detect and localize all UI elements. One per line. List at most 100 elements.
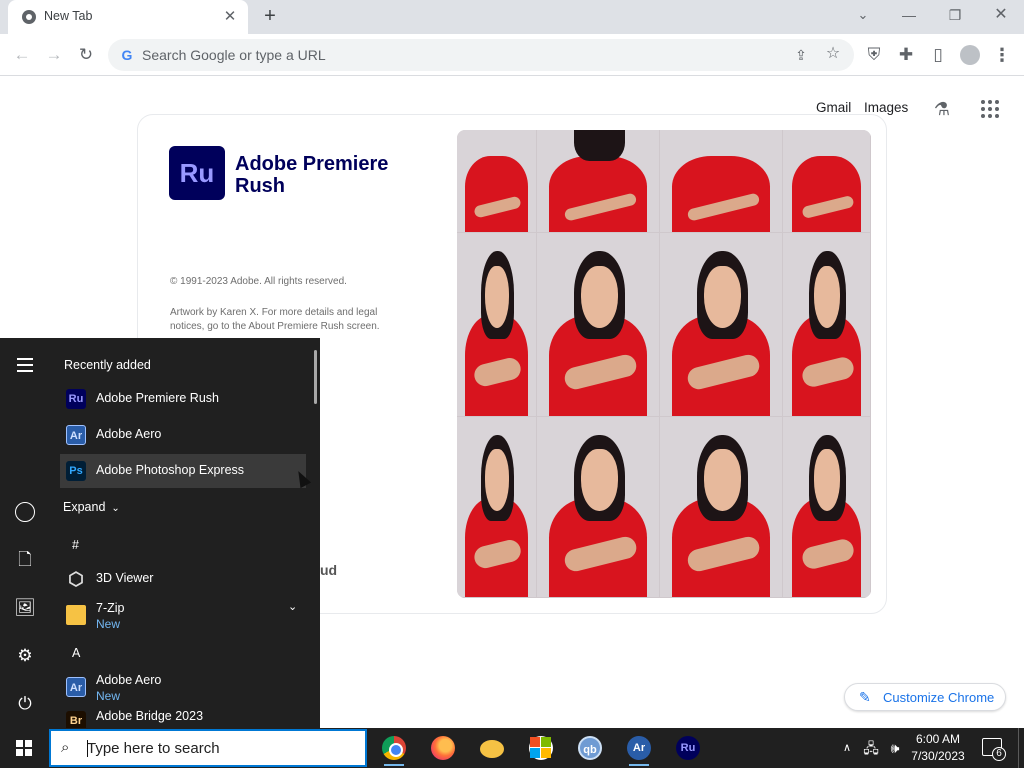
photo-tile: [783, 130, 871, 233]
chevron-down-icon[interactable]: ⌄: [288, 600, 297, 613]
chevron-down-icon: ⌄: [111, 503, 120, 514]
chrome-favicon-icon: [22, 10, 36, 24]
start-app-3d-viewer[interactable]: ⬡ 3D Viewer: [60, 562, 306, 596]
expand-label: Expand: [63, 500, 106, 514]
windows-taskbar: ⌕ qb Ar Ru: [0, 728, 1024, 768]
show-desktop-button[interactable]: [1018, 728, 1019, 768]
text-caret: [87, 740, 88, 757]
photo-tile: [537, 233, 660, 417]
photo-tile: [660, 130, 783, 233]
settings-gear-icon[interactable]: ⚙: [13, 644, 37, 668]
start-button[interactable]: [0, 728, 48, 768]
desktop-screen: New Tab ✕ + ⌄ — ❐ ✕ ← → ↻ G ⇪ ☆ ⛨ ✚ ▯ ⋮ …: [0, 0, 1024, 768]
group-header-a[interactable]: A: [72, 646, 80, 660]
premiere-rush-icon: Ru: [66, 389, 86, 409]
start-app-adobe-bridge[interactable]: Br Adobe Bridge 2023: [60, 706, 306, 731]
google-g-icon: G: [121, 47, 133, 63]
microsoft-store-icon: [529, 736, 553, 760]
new-badge: New: [96, 617, 121, 631]
pictures-icon[interactable]: 🖼: [13, 596, 37, 620]
adobe-aero-icon: Ar: [627, 736, 651, 760]
side-panel-icon[interactable]: ▯: [926, 43, 950, 67]
start-app-adobe-aero-list[interactable]: Ar Adobe Aero New: [60, 670, 306, 710]
documents-icon[interactable]: 🗋: [13, 548, 37, 572]
puzzle-icon[interactable]: ✚: [894, 43, 918, 67]
running-indicator: [629, 764, 649, 766]
url-input[interactable]: [142, 39, 742, 71]
forward-arrow-icon[interactable]: →: [42, 43, 66, 67]
tab-close-icon[interactable]: ✕: [220, 7, 240, 27]
store-tile: [530, 748, 540, 758]
back-arrow-icon[interactable]: ←: [10, 43, 34, 67]
taskbar-microsoft-store[interactable]: [521, 732, 561, 764]
hamburger-menu-icon[interactable]: [13, 354, 37, 378]
pencil-icon: ✎: [859, 689, 871, 705]
photo-tile: [660, 417, 783, 598]
taskbar-clock[interactable]: 6:00 AM 7/30/2023: [906, 731, 970, 765]
expand-button[interactable]: Expand ⌄: [63, 500, 120, 514]
share-icon[interactable]: ⇪: [792, 46, 810, 64]
taskbar-adobe-aero[interactable]: Ar: [619, 732, 659, 766]
app-name: Adobe Photoshop Express: [96, 463, 245, 477]
restore-button[interactable]: ❐: [932, 0, 978, 30]
show-hidden-icons-chevron-icon[interactable]: ∧: [838, 728, 856, 768]
taskbar-qbittorrent[interactable]: qb: [570, 732, 610, 764]
shield-extension-icon[interactable]: ⛨: [862, 43, 886, 67]
customize-chrome-label: Customize Chrome: [883, 690, 995, 705]
taskbar-search-input[interactable]: [87, 731, 357, 765]
store-tile: [541, 737, 551, 747]
folder-icon: [66, 605, 86, 625]
start-menu-scrollbar[interactable]: [314, 350, 317, 404]
google-apps-grid-icon[interactable]: [980, 99, 1000, 119]
splash-photo-grid: [457, 130, 871, 598]
user-account-icon[interactable]: [13, 500, 37, 524]
labs-flask-icon[interactable]: ⚗: [931, 98, 953, 120]
avatar: [960, 45, 980, 65]
volume-icon[interactable]: 🕪: [886, 728, 904, 768]
tab-title: New Tab: [44, 9, 93, 23]
start-app-adobe-aero[interactable]: Ar Adobe Aero: [60, 418, 306, 452]
app-name: 7-Zip: [96, 601, 125, 615]
start-app-7zip-folder[interactable]: 7-Zip New: [60, 598, 306, 638]
adobe-aero-icon: Ar: [66, 677, 86, 697]
minimize-button[interactable]: —: [886, 0, 932, 30]
photo-tile: [457, 417, 537, 598]
tab-new-tab[interactable]: New Tab ✕: [8, 0, 248, 34]
clock-date: 7/30/2023: [911, 749, 965, 763]
app-name: 3D Viewer: [96, 571, 154, 585]
start-menu: 🗋 🖼 ⚙ ⏻ Recently added Ru Adobe Premiere…: [0, 338, 320, 731]
app-name: Adobe Aero: [96, 673, 162, 687]
taskbar-file-explorer[interactable]: [472, 732, 512, 764]
recently-added-heading: Recently added: [64, 358, 151, 372]
power-icon[interactable]: ⏻: [13, 692, 37, 716]
file-explorer-folder-icon: [480, 740, 504, 758]
splash-partial-text: ud: [320, 562, 338, 578]
splash-artwork-credit: Artwork by Karen X. For more details and…: [170, 307, 380, 332]
group-header-hash[interactable]: #: [72, 538, 79, 552]
tab-search-chevron-icon[interactable]: ⌄: [840, 0, 886, 30]
3d-viewer-cube-icon: ⬡: [68, 569, 84, 589]
app-name: Adobe Aero: [96, 427, 162, 441]
splash-copyright: © 1991-2023 Adobe. All rights reserved.: [170, 276, 347, 287]
taskbar-premiere-rush[interactable]: Ru: [668, 732, 708, 764]
omnibox[interactable]: G ⇪ ☆: [108, 39, 854, 71]
chrome-icon: [382, 736, 406, 760]
bookmark-star-icon[interactable]: ☆: [824, 45, 842, 63]
customize-chrome-button[interactable]: ✎ Customize Chrome: [844, 683, 1006, 711]
taskbar-search-box[interactable]: ⌕: [49, 729, 367, 767]
windows-logo-icon: [16, 740, 32, 756]
photo-tile: [457, 233, 537, 417]
taskbar-firefox[interactable]: [423, 732, 463, 764]
taskbar-chrome[interactable]: [374, 732, 414, 766]
start-app-premiere-rush[interactable]: Ru Adobe Premiere Rush: [60, 382, 306, 416]
network-icon[interactable]: 🖧: [862, 728, 880, 768]
premiere-rush-icon: Ru: [676, 736, 700, 760]
close-window-button[interactable]: ✕: [978, 0, 1024, 30]
app-name: Adobe Premiere Rush: [96, 391, 219, 405]
profile-icon[interactable]: [958, 43, 982, 67]
more-vert-icon[interactable]: ⋮: [990, 43, 1014, 67]
photo-tile: [660, 233, 783, 417]
start-app-photoshop-express[interactable]: Ps Adobe Photoshop Express: [60, 454, 306, 488]
new-tab-button[interactable]: +: [258, 6, 282, 28]
reload-icon[interactable]: ↻: [74, 43, 98, 67]
